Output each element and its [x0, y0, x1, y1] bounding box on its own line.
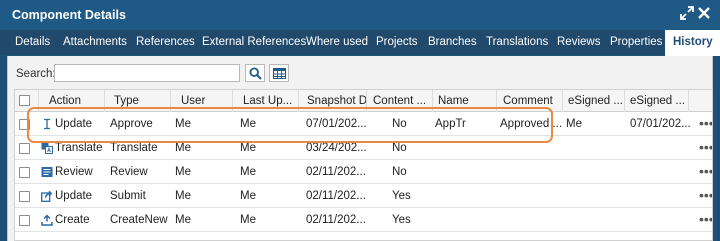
search-icon: [248, 66, 262, 80]
cell-user: Me: [175, 166, 191, 178]
cell-type: Translate: [110, 142, 158, 154]
cell-last-updated: Me: [240, 190, 256, 202]
table-row[interactable]: Review Review Me Me 02/11/202... No •••: [15, 160, 712, 184]
cell-content: No: [392, 142, 407, 154]
cell-user: Me: [175, 190, 191, 202]
review-icon: [41, 167, 53, 177]
tab-bar: Details Attachments References External …: [0, 30, 720, 56]
search-label: Search:: [16, 68, 56, 80]
cell-user: Me: [175, 118, 191, 130]
column-header-snapshot-date[interactable]: Snapshot Da: [299, 90, 367, 112]
upload-icon: [41, 214, 53, 226]
cell-last-updated: Me: [240, 118, 256, 130]
cell-type: Submit: [110, 190, 146, 202]
row-checkbox[interactable]: [19, 143, 30, 154]
column-header-user[interactable]: User: [171, 90, 233, 112]
window-titlebar: Component Details: [0, 0, 720, 30]
row-more-icon[interactable]: •••: [699, 136, 712, 158]
cell-snapshot-date: 02/11/202...: [306, 190, 366, 202]
cell-comment: Approved ...: [500, 118, 563, 130]
cell-user: Me: [175, 142, 191, 154]
cell-content: Yes: [392, 190, 411, 202]
search-input[interactable]: [54, 64, 240, 82]
cell-snapshot-date: 07/01/202...: [306, 118, 367, 130]
cell-name: AppTr: [435, 118, 466, 130]
cell-content: No: [392, 118, 407, 130]
translate-icon: [41, 142, 53, 154]
cell-user: Me: [175, 214, 191, 226]
cell-type: Approve: [110, 118, 153, 130]
tab-translations[interactable]: Translations: [486, 30, 548, 55]
cell-last-updated: Me: [240, 214, 256, 226]
grid-icon: [272, 67, 286, 79]
cell-last-updated: Me: [240, 142, 256, 154]
share-icon: [41, 190, 53, 202]
cell-esigned-date: 07/01/202...: [630, 118, 691, 130]
column-header-comment[interactable]: Comment: [497, 90, 563, 112]
cell-snapshot-date: 03/24/202...: [306, 142, 367, 154]
column-header-esigned-by[interactable]: eSigned ...: [563, 90, 625, 112]
tab-where-used[interactable]: Where used: [306, 30, 368, 55]
window-title: Component Details: [12, 8, 126, 22]
tab-external-references[interactable]: External References: [202, 30, 306, 55]
tab-details[interactable]: Details: [15, 30, 50, 55]
expand-icon[interactable]: [680, 6, 694, 23]
select-all-cell: [15, 90, 39, 112]
tab-history[interactable]: History: [665, 30, 720, 56]
cell-action: Update: [55, 118, 93, 130]
cell-esigned-by: Me: [566, 118, 582, 130]
history-panel: Search: Action Type User Last Up... Snap…: [7, 56, 713, 241]
table-row[interactable]: Update Submit Me Me 02/11/202... Yes •••: [15, 184, 712, 208]
table-row[interactable]: Create CreateNew Me Me 02/11/202... Yes …: [15, 208, 712, 232]
table-row[interactable]: Update Approve Me Me 07/01/202... No App…: [15, 112, 712, 136]
cell-content: Yes: [392, 214, 411, 226]
cell-content: No: [392, 166, 407, 178]
cell-type: Review: [110, 166, 148, 178]
column-header-esigned-date[interactable]: eSigned ...: [625, 90, 689, 112]
row-more-icon[interactable]: •••: [699, 160, 712, 182]
tab-reviews[interactable]: Reviews: [557, 30, 600, 55]
table-row[interactable]: Translate Translate Me Me 03/24/202... N…: [15, 136, 712, 160]
column-header-action[interactable]: Action: [39, 90, 105, 112]
row-more-icon[interactable]: •••: [699, 208, 712, 230]
tab-properties[interactable]: Properties: [610, 30, 662, 55]
row-more-icon[interactable]: •••: [699, 184, 712, 206]
column-header-content[interactable]: Content ...: [367, 90, 433, 112]
cell-action: Create: [55, 214, 90, 226]
tab-references[interactable]: References: [136, 30, 195, 55]
column-header-type[interactable]: Type: [105, 90, 171, 112]
row-checkbox[interactable]: [19, 119, 30, 130]
cell-snapshot-date: 02/11/202...: [306, 214, 366, 226]
text-cursor-icon: [44, 118, 50, 130]
row-checkbox[interactable]: [19, 167, 30, 178]
history-grid: Action Type User Last Up... Snapshot Da …: [14, 89, 713, 241]
row-more-icon[interactable]: •••: [699, 112, 712, 134]
row-checkbox[interactable]: [19, 215, 30, 226]
cell-last-updated: Me: [240, 166, 256, 178]
select-all-checkbox[interactable]: [19, 95, 30, 106]
column-header-name[interactable]: Name: [433, 90, 497, 112]
close-icon[interactable]: [697, 6, 711, 24]
tab-branches[interactable]: Branches: [428, 30, 477, 55]
tab-attachments[interactable]: Attachments: [63, 30, 127, 55]
cell-action: Review: [55, 166, 93, 178]
grid-header: Action Type User Last Up... Snapshot Da …: [15, 90, 712, 112]
column-chooser-button[interactable]: [269, 64, 289, 82]
cell-snapshot-date: 02/11/202...: [306, 166, 366, 178]
tab-projects[interactable]: Projects: [376, 30, 418, 55]
cell-action: Update: [55, 190, 93, 202]
search-button[interactable]: [245, 64, 265, 82]
column-header-last-updated[interactable]: Last Up...: [233, 90, 299, 112]
cell-type: CreateNew: [110, 214, 168, 226]
row-checkbox[interactable]: [19, 191, 30, 202]
cell-action: Translate: [55, 142, 103, 154]
